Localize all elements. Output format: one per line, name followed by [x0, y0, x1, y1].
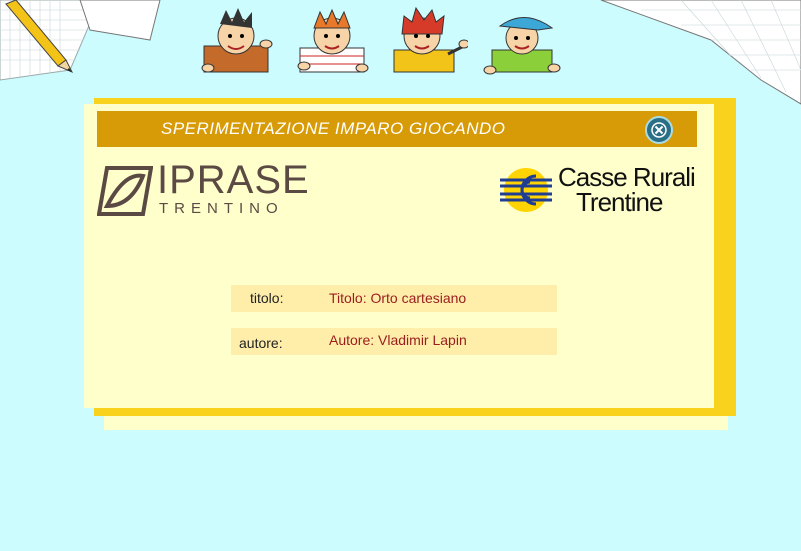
graph-paper-pencil-decoration [0, 0, 161, 81]
iprase-emblem-icon [97, 166, 153, 216]
iprase-name: IPRASE [157, 158, 310, 202]
author-row: autore: Autore: Vladimir Lapin [231, 328, 557, 355]
title-label: titolo: [250, 290, 284, 306]
casse-rurali-logo: Casse Rurali Trentine [498, 162, 704, 220]
iprase-logo: IPRASE TRENTINO [97, 158, 309, 218]
graph-paper-decoration [600, 0, 801, 105]
author-value: Autore: Vladimir Lapin [329, 332, 467, 348]
casse-rurali-line2: Trentine [576, 187, 663, 217]
dialog-panel [84, 104, 722, 408]
dialog-title: SPERIMENTAZIONE IMPARO GIOCANDO [161, 119, 506, 138]
casse-rurali-emblem-icon [500, 168, 552, 212]
cartoon-kid-2-icon [297, 8, 369, 73]
iprase-subtitle: TRENTINO [159, 200, 284, 217]
close-icon [651, 122, 667, 138]
cartoon-kid-1-icon [201, 8, 273, 73]
title-row: titolo: Titolo: Orto cartesiano [231, 285, 557, 312]
dialog-title-bar: SPERIMENTAZIONE IMPARO GIOCANDO [97, 111, 697, 147]
cartoon-kid-4-icon [483, 17, 561, 75]
author-label: autore: [239, 335, 283, 351]
close-button[interactable] [645, 116, 673, 144]
title-value: Titolo: Orto cartesiano [329, 290, 467, 306]
cartoon-kid-3-icon [393, 6, 468, 73]
